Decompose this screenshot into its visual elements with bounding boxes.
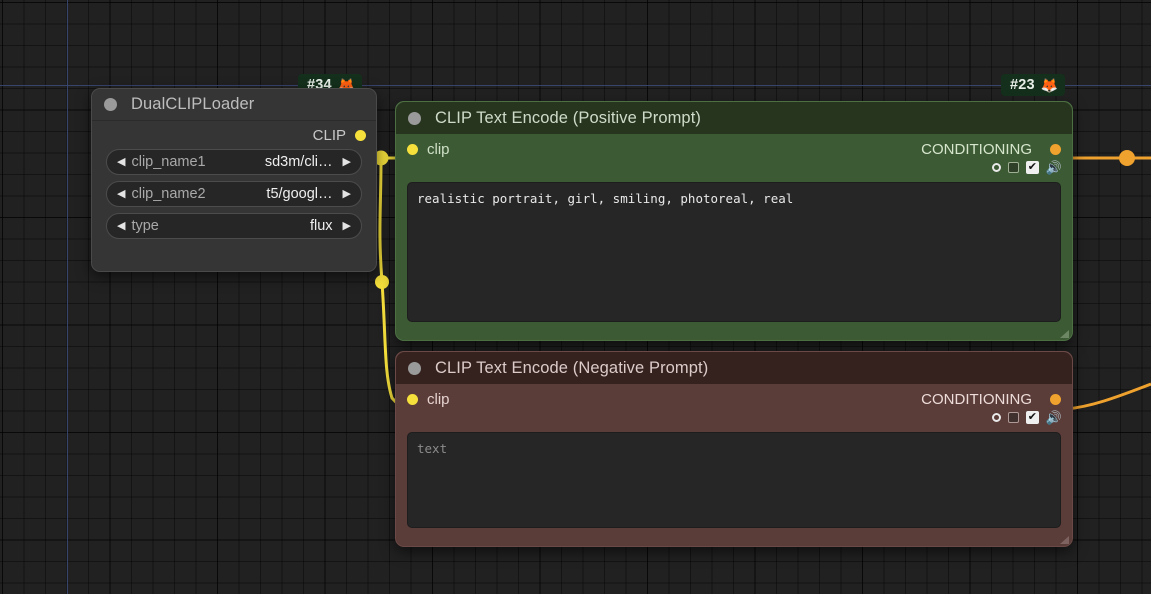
widget-clip-name2[interactable]: ◀ clip_name2 t5/googl… ▶: [106, 181, 362, 207]
record-circle-icon[interactable]: [991, 163, 1001, 172]
node-body-negative: clip CONDITIONING ✔ 🔊 text: [396, 384, 1072, 546]
node-badge-23[interactable]: #23 🦊: [1001, 74, 1066, 96]
node-graph-canvas[interactable]: #34 🦊 DualCLIPLoader CLIP ◀ clip_name1 s…: [0, 0, 1151, 594]
chevron-left-icon[interactable]: ◀: [117, 220, 125, 232]
checkbox-checked-icon[interactable]: ✔: [1025, 161, 1039, 174]
output-slot-conditioning[interactable]: CONDITIONING: [921, 141, 1061, 158]
node-control-row-positive[interactable]: ✔ 🔊: [991, 161, 1062, 174]
widget-value-clip-name2[interactable]: t5/googl…: [266, 186, 332, 202]
speaker-icon[interactable]: 🔊: [1046, 161, 1062, 174]
output-dot-conditioning[interactable]: [1050, 143, 1061, 155]
node-title-negative: CLIP Text Encode (Negative Prompt): [435, 358, 709, 377]
fox-emoji-icon: 🦊: [1040, 77, 1059, 93]
node-dualcliploader[interactable]: DualCLIPLoader CLIP ◀ clip_name1 sd3m/cl…: [91, 88, 377, 272]
chevron-right-icon[interactable]: ▶: [343, 156, 351, 168]
negative-prompt-textarea[interactable]: text: [407, 432, 1061, 528]
output-slot-conditioning[interactable]: CONDITIONING: [921, 391, 1061, 408]
node-header-positive[interactable]: CLIP Text Encode (Positive Prompt): [396, 102, 1072, 134]
input-slot-label-clip: clip: [427, 390, 450, 408]
axis-line-vertical: [67, 0, 68, 594]
node-title-dualcliploader: DualCLIPLoader: [131, 95, 255, 113]
widget-label-clip-name2: clip_name2: [131, 186, 206, 202]
collapse-dot-icon[interactable]: [104, 98, 117, 111]
collapse-dot-icon[interactable]: [408, 111, 421, 125]
speaker-icon[interactable]: 🔊: [1046, 411, 1062, 424]
chevron-left-icon[interactable]: ◀: [117, 156, 125, 168]
node-body-positive: clip CONDITIONING ✔ 🔊 realistic portrait…: [396, 134, 1072, 340]
input-dot-clip[interactable]: [407, 143, 418, 155]
widget-type[interactable]: ◀ type flux ▶: [106, 213, 362, 239]
stop-square-icon[interactable]: [1007, 162, 1019, 173]
output-dot-conditioning[interactable]: [1050, 393, 1061, 405]
node-title-positive: CLIP Text Encode (Positive Prompt): [435, 108, 701, 127]
node-body-dualcliploader: CLIP ◀ clip_name1 sd3m/cli… ▶ ◀ clip_nam…: [92, 121, 376, 271]
widget-label-type: type: [131, 218, 159, 234]
axis-line-horizontal: [0, 85, 1151, 86]
resize-grip[interactable]: [1060, 330, 1069, 338]
widget-label-clip-name1: clip_name1: [131, 154, 206, 170]
node-badge-number: #23: [1010, 77, 1035, 93]
resize-grip[interactable]: [1060, 536, 1069, 544]
node-clip-text-encode-positive[interactable]: CLIP Text Encode (Positive Prompt) clip …: [395, 101, 1073, 341]
widget-clip-name1[interactable]: ◀ clip_name1 sd3m/cli… ▶: [106, 149, 362, 175]
record-circle-icon[interactable]: [991, 413, 1001, 422]
output-slot-label-clip: CLIP: [312, 126, 346, 144]
chevron-right-icon[interactable]: ▶: [343, 220, 351, 232]
input-slot-label-clip: clip: [427, 140, 450, 158]
io-row-positive: clip CONDITIONING: [396, 134, 1072, 164]
link-midpoint-dot[interactable]: [1119, 150, 1135, 166]
node-clip-text-encode-negative[interactable]: CLIP Text Encode (Negative Prompt) clip …: [395, 351, 1073, 547]
node-header-negative[interactable]: CLIP Text Encode (Negative Prompt): [396, 352, 1072, 384]
node-header-dualcliploader[interactable]: DualCLIPLoader: [92, 89, 376, 121]
link-negative-conditioning-out: [1065, 382, 1151, 411]
input-dot-clip[interactable]: [407, 393, 418, 405]
chevron-left-icon[interactable]: ◀: [117, 188, 125, 200]
output-slot-label-conditioning: CONDITIONING: [921, 140, 1032, 158]
chevron-right-icon[interactable]: ▶: [343, 188, 351, 200]
positive-prompt-textarea[interactable]: realistic portrait, girl, smiling, photo…: [407, 182, 1061, 322]
widget-value-type[interactable]: flux: [310, 218, 333, 234]
io-row-negative: clip CONDITIONING: [396, 384, 1072, 414]
checkbox-checked-icon[interactable]: ✔: [1025, 411, 1039, 424]
widget-value-clip-name1[interactable]: sd3m/cli…: [265, 154, 333, 170]
link-midpoint-dot[interactable]: [375, 275, 389, 289]
collapse-dot-icon[interactable]: [408, 361, 421, 375]
output-slot-label-conditioning: CONDITIONING: [921, 390, 1032, 408]
node-control-row-negative[interactable]: ✔ 🔊: [991, 411, 1062, 424]
output-dot-clip[interactable]: [355, 129, 366, 141]
output-slot-clip[interactable]: CLIP: [92, 121, 376, 149]
stop-square-icon[interactable]: [1007, 412, 1019, 423]
